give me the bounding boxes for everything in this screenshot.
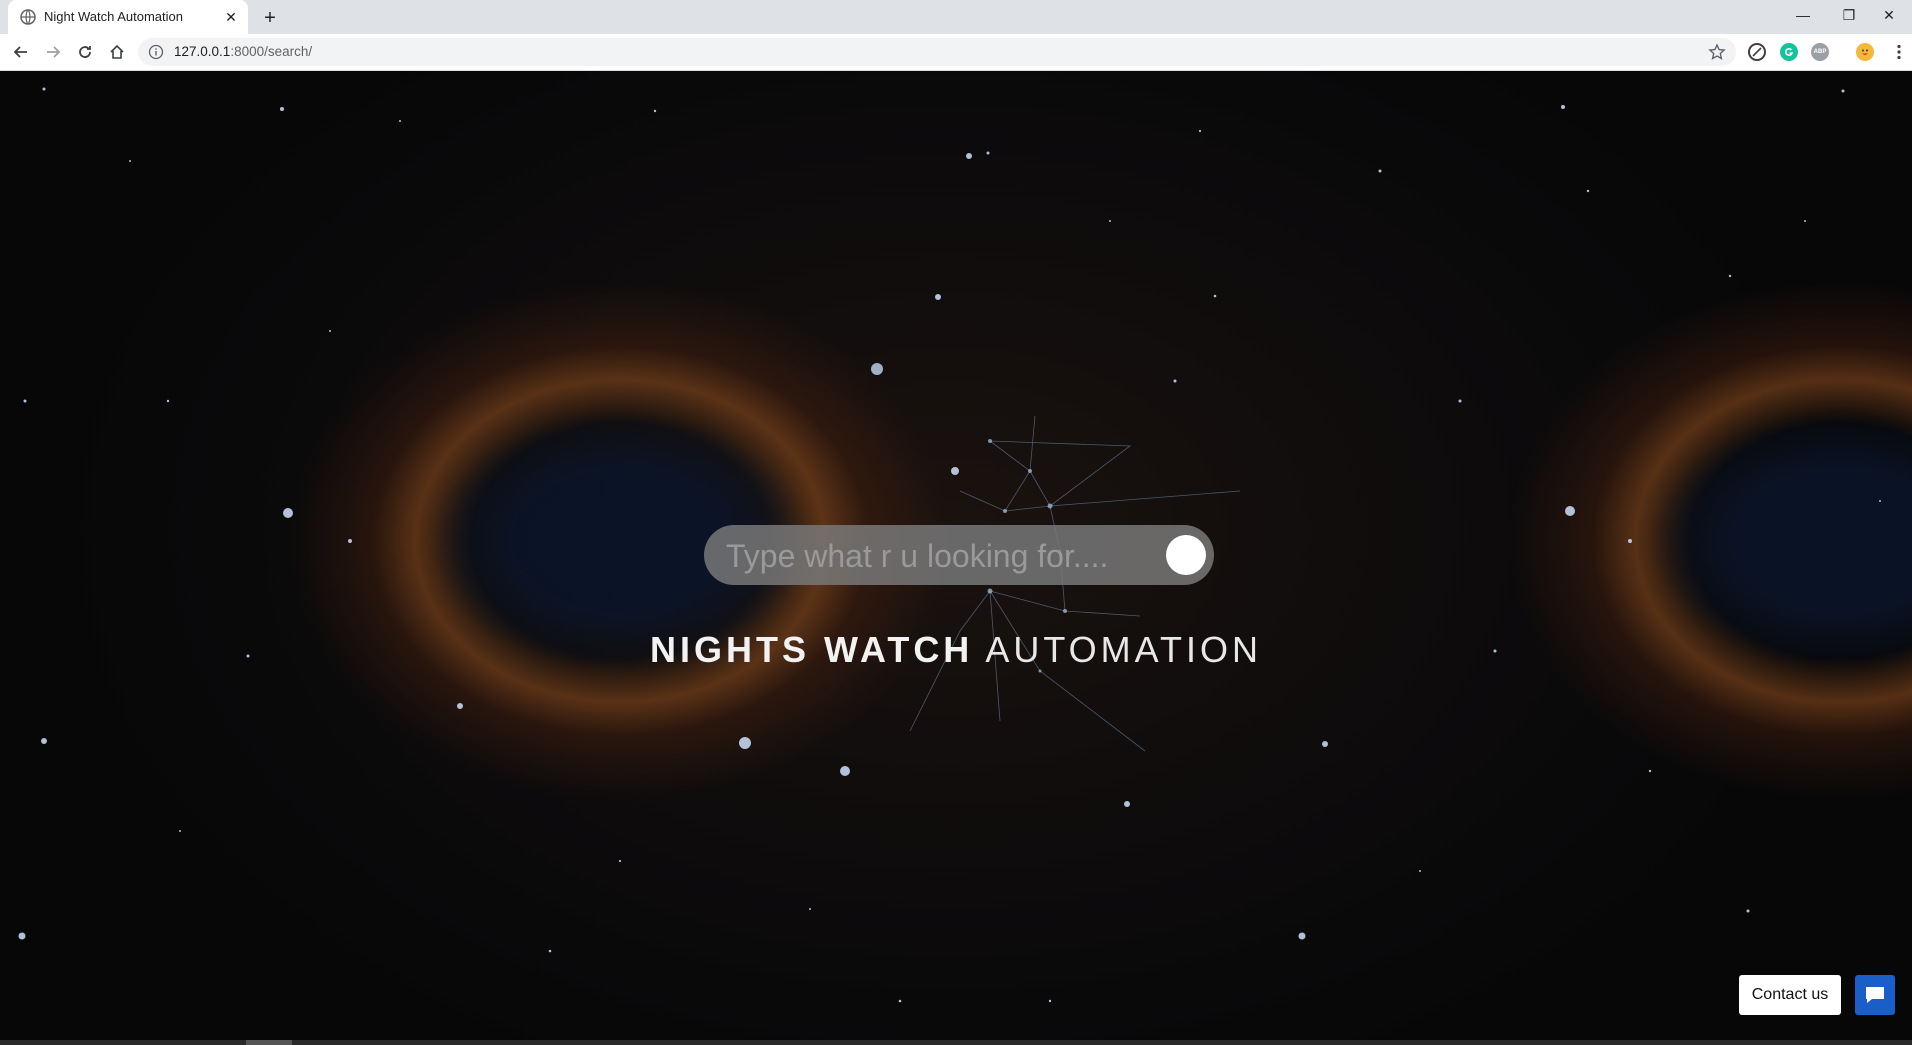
search-bar [704,525,1214,585]
globe-icon [20,9,36,25]
new-tab-button[interactable]: + [258,6,282,30]
chat-button[interactable] [1855,975,1895,1015]
browser-toolbar: 127.0.0.1:8000/search/ ABP [0,34,1912,71]
adblock-plus-icon[interactable]: ABP [1811,43,1829,61]
reload-icon [79,46,91,58]
tab-title: Night Watch Automation [44,9,183,24]
browser-tab-strip: Night Watch Automation ✕ + — ❐ ✕ [0,0,1912,34]
close-window-button[interactable]: ✕ [1866,0,1912,30]
page-viewport: NIGHTS WATCH AUTOMATION Contact us [0,71,1912,1045]
kebab-menu-icon [1897,44,1901,60]
horizontal-scrollbar[interactable] [0,1040,1912,1045]
browser-menu-button[interactable] [1886,39,1912,65]
emoji-extension-icon[interactable] [1856,43,1874,61]
forward-arrow-icon [47,46,61,58]
chat-icon [1866,987,1884,1003]
browser-tab[interactable]: Night Watch Automation ✕ [8,0,248,34]
back-arrow-icon [13,46,27,58]
brand-title: NIGHTS WATCH AUTOMATION [0,629,1912,671]
block-extension-icon[interactable] [1748,43,1766,61]
bookmark-star-icon[interactable] [1708,43,1726,61]
back-button[interactable] [8,39,34,65]
reload-button[interactable] [72,39,98,65]
brand-title-strong: NIGHTS WATCH [650,629,974,670]
address-bar[interactable]: 127.0.0.1:8000/search/ [138,38,1736,66]
contact-us-button[interactable]: Contact us [1739,975,1841,1015]
home-icon [110,44,124,59]
brand-title-light: AUTOMATION [985,629,1262,670]
grammarly-icon[interactable] [1780,43,1798,61]
url-text: 127.0.0.1:8000/search/ [174,44,312,59]
minimize-button[interactable]: — [1780,0,1826,30]
home-button[interactable] [104,39,130,65]
url-host: 127.0.0.1 [174,44,231,59]
search-input[interactable] [724,533,1158,579]
search-button[interactable] [1166,535,1206,575]
tab-close-icon[interactable]: ✕ [222,8,240,26]
forward-button[interactable] [40,39,66,65]
horizontal-scrollbar-thumb[interactable] [246,1040,292,1045]
url-path: :8000/search/ [230,44,313,59]
info-icon[interactable] [148,44,164,60]
